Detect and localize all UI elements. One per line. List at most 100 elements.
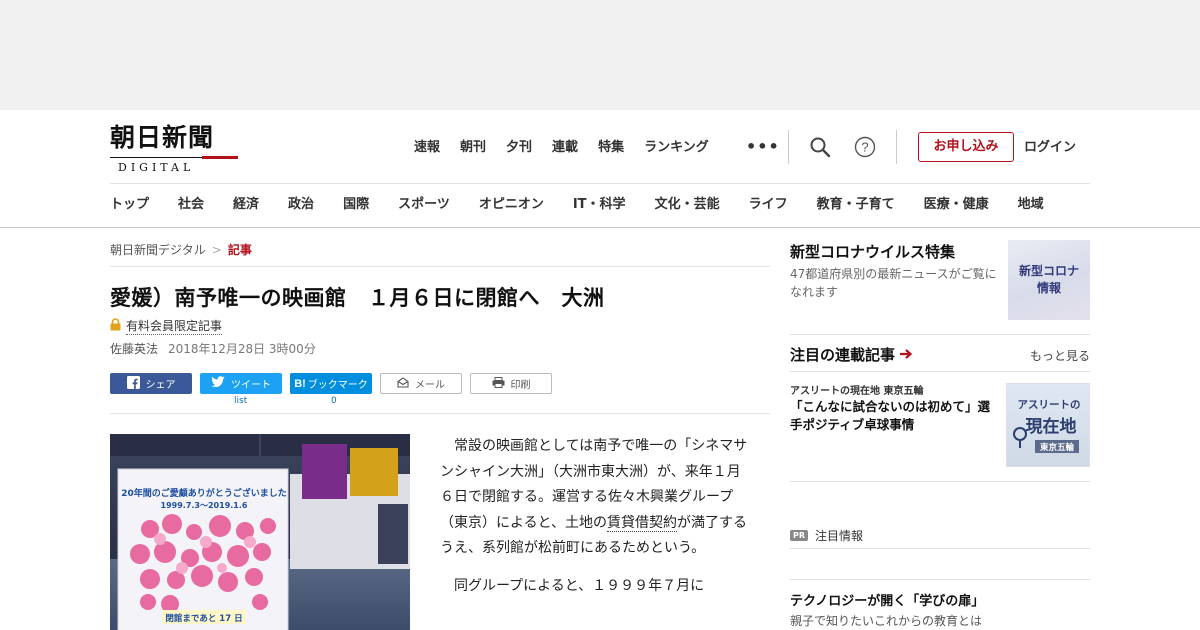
category-nav-item[interactable]: 社会 <box>178 195 204 215</box>
divider <box>790 548 1090 549</box>
breadcrumb-separator: > <box>211 243 222 257</box>
logo-subtitle: DIGITAL <box>118 161 195 174</box>
category-nav-item[interactable]: 医療・健康 <box>924 195 989 215</box>
asahi-digital-logo[interactable]: 朝日新聞 DIGITAL <box>110 123 242 174</box>
printer-icon <box>492 376 505 391</box>
more-menu-button[interactable]: ••• <box>746 137 780 156</box>
publish-date: 2018年12月28日 3時00分 <box>168 342 316 356</box>
mail-share-button[interactable]: メール <box>380 373 462 394</box>
divider <box>790 371 1090 372</box>
logo-underline <box>110 156 238 159</box>
top-nav-item[interactable]: ランキング <box>644 138 709 158</box>
mail-share-label: メール <box>415 380 445 391</box>
hatena-icon: B! <box>294 377 306 390</box>
premium-label: 有料会員限定記事 <box>126 319 223 335</box>
category-nav-item[interactable]: スポーツ <box>398 195 450 215</box>
divider <box>790 334 1090 335</box>
header-separator <box>110 183 1090 184</box>
category-nav-item[interactable]: 経済 <box>233 195 259 215</box>
category-nav-item[interactable]: 教育・子育て <box>817 195 895 215</box>
top-nav-item[interactable]: 朝刊 <box>460 138 486 158</box>
facebook-share-label: シェア <box>145 380 176 391</box>
twitter-share-button[interactable]: ツイート <box>200 373 282 394</box>
help-icon[interactable]: ? <box>854 136 876 158</box>
category-nav-item[interactable]: 地域 <box>1018 195 1044 215</box>
corona-feature-title[interactable]: 新型コロナウイルス特集 <box>790 241 955 262</box>
thumbnail-text: 東京五輪 <box>1040 442 1075 453</box>
byline: 佐藤英法 2018年12月28日 3時00分 <box>110 340 316 357</box>
article-headline: 愛媛）南予唯一の映画館 １月６日に閉館へ 大洲 <box>110 286 605 310</box>
featured-series-label: 注目の連載記事 <box>790 346 896 364</box>
article-paragraph: 同グループによると、１９９９年７月に <box>454 577 705 594</box>
photo-sign-line1: 20年間のご愛顧ありがとうございました <box>121 487 287 499</box>
premium-badge[interactable]: 有料会員限定記事 <box>110 317 223 335</box>
header-divider <box>788 130 789 164</box>
category-nav-item[interactable]: 文化・芸能 <box>655 195 720 215</box>
glossary-link[interactable]: 賃貸借契約 <box>607 514 678 532</box>
twitter-count[interactable]: list <box>234 396 247 406</box>
svg-text:?: ? <box>861 140 868 155</box>
category-nav-item[interactable]: トップ <box>110 195 149 215</box>
divider <box>790 579 1090 580</box>
divider <box>110 266 770 267</box>
thumbnail-text: 情報 <box>1036 281 1061 295</box>
category-nav-item[interactable]: 政治 <box>288 195 314 215</box>
series-thumbnail[interactable]: アスリートの 現在地 東京五輪 <box>1006 383 1090 467</box>
logo-title: 朝日新聞 <box>110 123 215 152</box>
promo-subtitle[interactable]: 親子で知りたいこれからの教育とは <box>790 612 982 629</box>
thumbnail-text: 新型コロナ <box>1018 264 1079 278</box>
breadcrumb-home[interactable]: 朝日新聞デジタル <box>110 243 206 257</box>
top-nav: 速報 朝刊 夕刊 連載 特集 ランキング <box>414 138 709 158</box>
top-nav-item[interactable]: 速報 <box>414 138 440 158</box>
print-label: 印刷 <box>510 380 531 391</box>
header-divider <box>896 130 897 164</box>
corona-feature-description[interactable]: 47都道府県別の最新ニュースがご覧になれます <box>790 265 1002 301</box>
twitter-share-label: ツイート <box>231 380 271 391</box>
login-link[interactable]: ログイン <box>1024 138 1076 158</box>
hatena-count[interactable]: 0 <box>331 396 337 406</box>
category-nav-item[interactable]: オピニオン <box>479 195 544 215</box>
top-nav-item[interactable]: 特集 <box>598 138 624 158</box>
twitter-bird-icon <box>211 376 225 391</box>
series-headline[interactable]: 「こんなに試合ないのは初めて」選手ポジティブ卓球事情 <box>790 398 1002 434</box>
divider <box>110 413 770 414</box>
pr-section-header: PR 注目情報 <box>790 527 863 544</box>
ad-banner-area <box>0 0 1200 110</box>
lock-icon <box>110 318 121 334</box>
breadcrumb: 朝日新聞デジタル > 記事 <box>110 241 252 258</box>
series-kicker[interactable]: アスリートの現在地 東京五輪 <box>790 382 923 397</box>
photo-sign-line3: 閉館まであと 17 日 <box>165 613 242 624</box>
thumbnail-text: アスリートの <box>1018 399 1081 411</box>
promo-title[interactable]: テクノロジーが開く「学びの扉」 <box>790 590 984 609</box>
subscribe-button[interactable]: お申し込み <box>918 132 1014 162</box>
article-paragraph: 常設の映画館としては南予で唯一の「シネマサンシャイン大洲」（大洲市東大洲）が、来… <box>440 434 750 562</box>
top-nav-item[interactable]: 連載 <box>552 138 578 158</box>
hatena-bookmark-button[interactable]: B! ブックマーク <box>290 373 372 394</box>
arrow-right-icon <box>899 346 913 364</box>
category-nav: トップ 社会 経済 政治 国際 スポーツ オピニオン IT・科学 文化・芸能 ラ… <box>110 195 1044 215</box>
breadcrumb-current: 記事 <box>227 243 252 257</box>
pr-badge: PR <box>790 530 809 541</box>
corona-feature-thumbnail[interactable]: 新型コロナ 情報 <box>1008 240 1090 320</box>
print-button[interactable]: 印刷 <box>470 373 552 394</box>
facebook-share-button[interactable]: シェア <box>110 373 192 394</box>
divider <box>790 481 1090 482</box>
cinema-lobby-illustration: 20年間のご愛顧ありがとうございました 1999.7.3～2019.1.6 閉館… <box>110 434 410 630</box>
mail-icon <box>397 376 409 391</box>
search-icon[interactable] <box>809 136 831 158</box>
site-header: 朝日新聞 DIGITAL 速報 朝刊 夕刊 連載 特集 ランキング ••• ? … <box>0 110 1200 228</box>
category-nav-item[interactable]: IT・科学 <box>573 195 626 215</box>
pr-section-label: 注目情報 <box>815 529 864 543</box>
category-nav-item[interactable]: ライフ <box>749 195 788 215</box>
top-nav-item[interactable]: 夕刊 <box>506 138 532 158</box>
article-body: 常設の映画館としては南予で唯一の「シネマサンシャイン大洲」（大洲市東大洲）が、来… <box>440 434 750 611</box>
article-photo[interactable]: 20年間のご愛顧ありがとうございました 1999.7.3～2019.1.6 閉館… <box>110 434 410 630</box>
see-more-link[interactable]: もっと見る <box>1030 347 1090 364</box>
featured-series-title[interactable]: 注目の連載記事 <box>790 344 913 365</box>
hatena-bookmark-label: ブックマーク <box>307 380 368 391</box>
category-nav-item[interactable]: 国際 <box>343 195 369 215</box>
facebook-icon <box>126 375 140 392</box>
photo-sign-line2: 1999.7.3～2019.1.6 <box>161 501 248 510</box>
thumbnail-text: 現在地 <box>1026 416 1077 437</box>
author-name: 佐藤英法 <box>110 342 159 356</box>
